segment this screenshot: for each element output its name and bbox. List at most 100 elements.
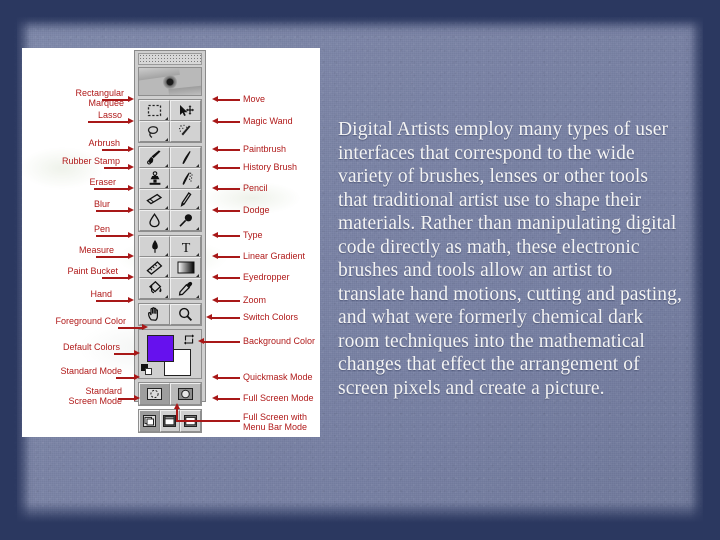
label-move: Move: [243, 94, 266, 104]
toolbox-drag-handle[interactable]: [138, 53, 202, 65]
leader-linear-gradient: [218, 256, 240, 258]
label-rectangular-marquee: Rectangular Marquee: [75, 88, 124, 108]
label-hand: Hand: [90, 289, 112, 299]
tool-blur[interactable]: [139, 210, 170, 231]
tool-magic-wand[interactable]: [170, 121, 201, 142]
default-colors-icon[interactable]: [141, 364, 152, 375]
arrowhead-default-colors: [134, 350, 140, 356]
label-linear-gradient: Linear Gradient: [243, 251, 306, 261]
leader-lasso: [88, 121, 130, 123]
standard-screen-mode-button[interactable]: [139, 410, 160, 432]
tool-group-painting: [138, 146, 202, 232]
leader-eyedropper: [218, 277, 240, 279]
label-switch-colors: Switch Colors: [243, 312, 299, 322]
arrowhead-measure: [128, 253, 134, 259]
leader-switch-colors: [212, 317, 240, 319]
leader-foreground-color: [118, 327, 144, 329]
leader-eraser: [94, 188, 130, 190]
leader-pen: [96, 235, 130, 237]
leader-full-screen-mode: [218, 398, 240, 400]
photoshop-toolbox[interactable]: T: [134, 50, 206, 433]
leader-full-screen-menu-bar-mode: [176, 420, 240, 422]
label-full-screen-menu-bar-mode: Full Screen with Menu Bar Mode: [243, 412, 308, 432]
leader-quickmask-mode: [218, 377, 240, 379]
leader-paintbrush: [218, 149, 240, 151]
tool-paintbrush[interactable]: [170, 147, 201, 168]
leader-blur: [96, 210, 130, 212]
svg-text:T: T: [181, 241, 190, 254]
tool-rectangular-marquee[interactable]: [139, 100, 170, 121]
arrowhead-airbrush: [128, 146, 134, 152]
tool-move[interactable]: [170, 100, 201, 121]
label-history-brush: History Brush: [243, 162, 298, 172]
tool-dodge[interactable]: [170, 210, 201, 231]
arrowhead-standard-screen-mode: [134, 395, 140, 401]
label-paint-bucket: Paint Bucket: [67, 266, 118, 276]
tool-hand[interactable]: [139, 304, 170, 325]
standard-mode-button[interactable]: [139, 383, 170, 405]
label-standard-mode: Standard Mode: [60, 366, 122, 376]
arrowhead-paint-bucket: [128, 274, 134, 280]
foreground-color-swatch[interactable]: [147, 335, 174, 362]
label-full-screen-mode: Full Screen Mode: [243, 393, 314, 403]
label-blur: Blur: [93, 199, 110, 209]
label-pen: Pen: [93, 224, 110, 234]
tool-eraser[interactable]: [139, 189, 170, 210]
label-standard-screen-mode: Standard Screen Mode: [68, 386, 122, 406]
arrowhead-standard-mode: [134, 374, 140, 380]
leader-paint-bucket: [102, 277, 130, 279]
leader-standard-mode: [116, 377, 136, 379]
tool-group-vector: T: [138, 235, 202, 300]
label-foreground-color: Foreground Color: [55, 316, 126, 326]
label-eyedropper: Eyedropper: [243, 272, 290, 282]
tool-zoom[interactable]: [170, 304, 201, 325]
label-zoom: Zoom: [243, 295, 267, 305]
tool-history-brush[interactable]: [170, 168, 201, 189]
tool-rubber-stamp[interactable]: [139, 168, 170, 189]
label-quickmask-mode: Quickmask Mode: [243, 372, 313, 382]
leader-type: [218, 235, 240, 237]
leader-measure: [96, 256, 130, 258]
arrowhead-eraser: [128, 185, 134, 191]
tool-eyedropper[interactable]: [170, 278, 201, 299]
quickmask-mode-button[interactable]: [170, 383, 201, 405]
tool-type[interactable]: T: [170, 236, 201, 257]
leader-default-colors: [114, 353, 136, 355]
color-swatch-panel: [138, 329, 202, 379]
body-paragraph: Digital Artists employ many types of use…: [338, 119, 682, 399]
leader-zoom: [218, 300, 240, 302]
tool-group-navigation: [138, 303, 202, 326]
leader-magic-wand: [218, 121, 240, 123]
tool-pen[interactable]: [139, 236, 170, 257]
label-airbrush: Arbrush: [88, 138, 120, 148]
arrowhead-rubber-stamp: [128, 164, 134, 170]
tool-lasso[interactable]: [139, 121, 170, 142]
switch-colors-icon[interactable]: [183, 332, 195, 345]
label-eraser: Eraser: [89, 177, 116, 187]
leader-rectangular-marquee: [102, 99, 130, 101]
leader-airbrush: [102, 149, 130, 151]
tool-airbrush[interactable]: [139, 147, 170, 168]
mask-mode-group: [138, 382, 202, 406]
arrowhead-rectangular-marquee: [128, 96, 134, 102]
eye-photo-icon: [138, 67, 202, 96]
label-pencil: Pencil: [243, 183, 268, 193]
tool-group-selection: [138, 99, 202, 143]
label-type: Type: [243, 230, 263, 240]
arrowhead-lasso: [128, 118, 134, 124]
leader-rubber-stamp: [104, 167, 130, 169]
leader-hand: [96, 300, 130, 302]
arrowhead-blur: [128, 207, 134, 213]
tool-linear-gradient[interactable]: [170, 257, 201, 278]
label-lasso: Lasso: [97, 110, 122, 120]
label-magic-wand: Magic Wand: [243, 116, 293, 126]
leader-history-brush: [218, 167, 240, 169]
tool-measure[interactable]: [139, 257, 170, 278]
leader-move: [218, 99, 240, 101]
tool-paint-bucket[interactable]: [139, 278, 170, 299]
arrowhead-pen: [128, 232, 134, 238]
tool-pencil[interactable]: [170, 189, 201, 210]
label-default-colors: Default Colors: [62, 342, 120, 352]
slide-canvas: T Rectangular Marquee Lasso Arbrush Rubb…: [0, 0, 720, 540]
label-measure: Measure: [78, 245, 114, 255]
